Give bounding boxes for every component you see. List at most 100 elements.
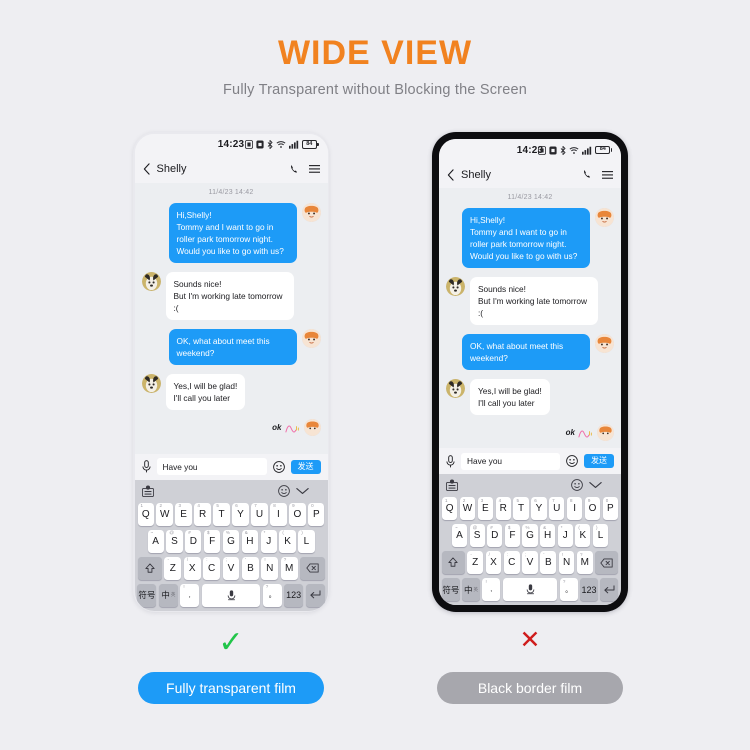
key-e[interactable]: 3E (175, 502, 192, 526)
key-m[interactable]: ? M (280, 556, 298, 580)
message-bubble[interactable]: Sounds nice! But I'm working late tomorr… (470, 277, 598, 326)
enter-key[interactable] (305, 583, 325, 607)
key-t[interactable]: 5T (213, 502, 230, 526)
key-h[interactable]: & H (540, 524, 556, 547)
key-n[interactable]: ! N (558, 551, 575, 574)
key-a[interactable]: ~ A (147, 529, 164, 553)
symbols-key[interactable]: 符号 (137, 583, 157, 607)
chevron-down-icon[interactable] (589, 481, 602, 489)
key-j[interactable]: * J (557, 524, 573, 547)
key-x[interactable]: / X (183, 556, 201, 580)
key-i[interactable]: 8I (567, 497, 583, 520)
key-p[interactable]: 0P (602, 497, 618, 520)
key-o[interactable]: 9O (584, 497, 601, 520)
hamburger-menu-icon[interactable] (308, 164, 320, 174)
symbols-key[interactable]: 符号 (442, 578, 460, 601)
key-v[interactable]: ; V (522, 551, 538, 574)
key-j[interactable]: * J (260, 529, 277, 553)
phone-icon[interactable] (583, 169, 594, 180)
key-k[interactable]: (K (575, 524, 591, 547)
key-q[interactable]: 1Q (137, 502, 154, 526)
key-z[interactable]: -Z (467, 551, 483, 574)
key-u[interactable]: 7U (549, 497, 565, 520)
key-y[interactable]: 6Y (531, 497, 547, 520)
key-k[interactable]: (K (279, 529, 296, 553)
microphone-icon[interactable] (141, 460, 151, 473)
chat-message-list[interactable]: 11/4/23 14:42 Hi,Shelly! Tommy and I wan… (134, 182, 328, 454)
key-f[interactable]: $ F (204, 529, 221, 553)
key-u[interactable]: 7U (251, 502, 268, 526)
key-d[interactable]: # D (487, 524, 503, 547)
key-y[interactable]: 6Y (232, 502, 249, 526)
key-d[interactable]: # D (185, 529, 202, 553)
emoji-smile-icon[interactable] (277, 484, 290, 497)
microphone-icon[interactable] (446, 454, 455, 468)
shift-key[interactable] (137, 556, 162, 580)
period-key[interactable]: ?。 (262, 583, 282, 607)
key-r[interactable]: 4R (495, 497, 511, 520)
key-c[interactable]: :C (203, 556, 221, 580)
key-e[interactable]: 3E (477, 497, 493, 520)
numbers-key[interactable]: 123 (580, 578, 598, 601)
message-bubble[interactable]: Yes,I will be glad! I'll call you later (470, 379, 550, 416)
key-m[interactable]: ? M (577, 551, 593, 574)
chevron-down-icon[interactable] (295, 487, 309, 495)
backspace-key[interactable] (300, 556, 325, 580)
message-bubble[interactable]: Yes,I will be glad! I'll call you later (165, 373, 246, 410)
send-button[interactable]: 发送 (584, 454, 614, 468)
key-c[interactable]: :C (503, 551, 520, 574)
chat-message-list[interactable]: 11/4/23 14:42 Hi,Shelly! Tommy and I wan… (439, 188, 621, 448)
message-bubble[interactable]: Sounds nice! But I'm working late tomorr… (165, 271, 294, 320)
space-key[interactable] (502, 578, 558, 601)
key-a[interactable]: ~ A (451, 524, 468, 547)
keyboard-settings-icon[interactable] (446, 479, 458, 491)
message-bubble[interactable]: OK, what about meet this weekend? (462, 334, 590, 371)
key-l[interactable]: ) L (592, 524, 609, 547)
enter-key[interactable] (600, 578, 618, 601)
key-b[interactable]: ' B (242, 556, 259, 580)
phone-icon[interactable] (290, 164, 301, 175)
numbers-key[interactable]: 123 (284, 583, 304, 607)
key-t[interactable]: 5T (513, 497, 529, 520)
key-o[interactable]: 9O (289, 502, 306, 526)
key-q[interactable]: 1Q (442, 497, 458, 520)
key-z[interactable]: -Z (164, 556, 182, 580)
key-g[interactable]: % G (222, 529, 240, 553)
message-bubble[interactable]: Hi,Shelly! Tommy and I want to go in rol… (168, 202, 297, 263)
chevron-left-icon[interactable] (143, 163, 150, 175)
backspace-key[interactable] (595, 551, 619, 574)
chevron-left-icon[interactable] (447, 168, 454, 181)
space-key[interactable] (201, 583, 261, 607)
key-i[interactable]: 8I (270, 502, 287, 526)
key-r[interactable]: 4R (194, 502, 211, 526)
send-button[interactable]: 发送 (290, 459, 321, 474)
language-toggle-key[interactable]: 中英 (462, 578, 480, 601)
key-s[interactable]: @ S (469, 524, 485, 547)
emoji-smile-icon[interactable] (272, 460, 285, 473)
comma-key[interactable]: !, (482, 578, 501, 601)
key-b[interactable]: ' B (540, 551, 557, 574)
key-s[interactable]: @ S (166, 529, 183, 553)
keyboard-settings-icon[interactable] (141, 485, 154, 497)
period-key[interactable]: ?。 (559, 578, 578, 601)
emoji-smile-icon[interactable] (571, 479, 583, 491)
key-g[interactable]: % G (522, 524, 538, 547)
emoji-smile-icon[interactable] (566, 455, 578, 467)
message-input[interactable]: Have you (461, 452, 560, 470)
message-input[interactable]: Have you (156, 458, 267, 475)
key-w[interactable]: 2W (459, 497, 476, 520)
key-x[interactable]: / X (485, 551, 502, 574)
key-h[interactable]: & H (241, 529, 258, 553)
message-bubble[interactable]: Hi,Shelly! Tommy and I want to go in rol… (462, 208, 590, 269)
key-p[interactable]: 0P (308, 502, 325, 526)
message-bubble[interactable]: OK, what about meet this weekend? (168, 328, 297, 365)
hamburger-menu-icon[interactable] (602, 170, 613, 180)
key-f[interactable]: $ F (504, 524, 520, 547)
key-l[interactable]: ) L (298, 529, 315, 553)
key-w[interactable]: 2W (156, 502, 173, 526)
key-v[interactable]: ; V (222, 556, 240, 580)
key-n[interactable]: ! N (261, 556, 279, 580)
shift-key[interactable] (441, 551, 465, 574)
language-toggle-key[interactable]: 中英 (158, 583, 178, 607)
comma-key[interactable]: !, (180, 583, 200, 607)
